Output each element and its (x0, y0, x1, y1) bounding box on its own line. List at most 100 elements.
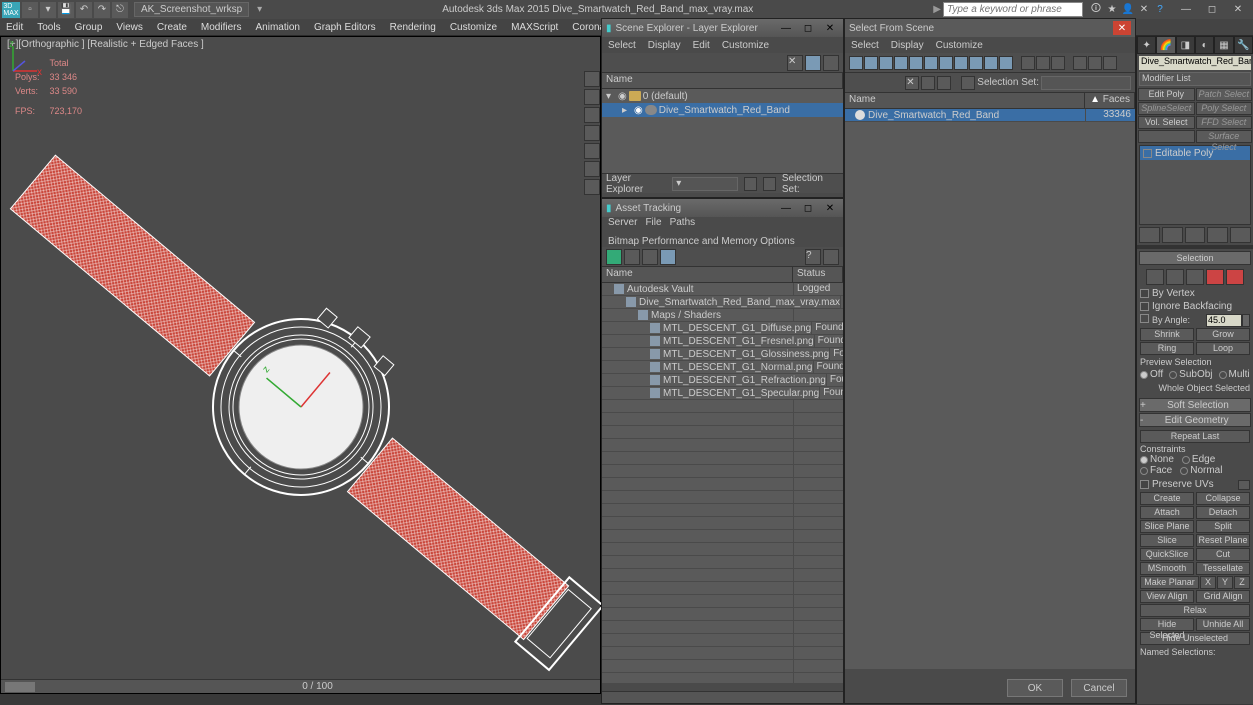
ok-button[interactable]: OK (1007, 679, 1063, 697)
menu-animation[interactable]: Animation (255, 22, 299, 33)
filter-button[interactable] (584, 143, 600, 159)
shrink-button[interactable]: Shrink (1140, 328, 1194, 341)
menu-create[interactable]: Create (157, 22, 187, 33)
tool-icon[interactable] (660, 249, 676, 265)
tab-modify-icon[interactable]: 🌈 (1156, 36, 1175, 54)
list-row[interactable]: Autodesk VaultLogged (602, 283, 843, 296)
menu-edit[interactable]: Edit (693, 40, 710, 51)
tool-layer-icon[interactable] (805, 55, 821, 71)
tab-create-icon[interactable]: ✦ (1137, 36, 1156, 54)
rollout-selection[interactable]: Selection (1139, 251, 1251, 265)
tessellate-button[interactable]: Tessellate (1196, 562, 1250, 575)
panel-close-button[interactable]: ✕ (821, 21, 839, 35)
angle-spinner[interactable]: 45.0 (1206, 314, 1242, 327)
close-x-icon[interactable]: ✕ (1137, 3, 1151, 17)
app-icon[interactable]: 3DMAX (2, 2, 20, 18)
menu-group[interactable]: Group (75, 22, 103, 33)
menu-graph-editors[interactable]: Graph Editors (314, 22, 376, 33)
filter-icon[interactable] (1088, 56, 1102, 70)
radio-normal[interactable] (1180, 467, 1188, 475)
link-icon[interactable]: ⎋ (112, 2, 128, 18)
menu-display[interactable]: Display (891, 40, 924, 51)
resetplane-button[interactable]: Reset Plane (1196, 534, 1250, 547)
clear-icon[interactable]: ✕ (905, 76, 919, 90)
collapse-button[interactable]: Collapse (1196, 492, 1250, 505)
create-button[interactable]: Create (1140, 492, 1194, 505)
radio-multi[interactable] (1219, 371, 1227, 379)
stack-pin-icon[interactable] (1139, 227, 1160, 243)
menu-select[interactable]: Select (851, 40, 879, 51)
checkbox[interactable] (1140, 480, 1149, 489)
cut-button[interactable]: Cut (1196, 548, 1250, 561)
menu-file[interactable]: File (645, 217, 661, 228)
tab-hierarchy-icon[interactable]: ◨ (1176, 36, 1195, 54)
time-slider-thumb[interactable] (5, 682, 35, 692)
menu-customize[interactable]: Customize (450, 22, 497, 33)
info-icon[interactable]: 🛈 (1089, 3, 1103, 17)
list-row[interactable]: MTL_DESCENT_G1_Glossiness.pngFound (602, 348, 843, 361)
menu-select[interactable]: Select (608, 40, 636, 51)
panel-min-button[interactable]: — (777, 201, 795, 215)
save-icon[interactable]: 💾 (58, 2, 74, 18)
subobj-border-icon[interactable] (1186, 269, 1204, 285)
filter-icon[interactable] (939, 56, 953, 70)
modifier-button[interactable]: Vol. Select (1138, 116, 1195, 129)
filter-icon[interactable] (879, 56, 893, 70)
makeplanar-button[interactable]: Make Planar (1140, 576, 1199, 589)
slice-button[interactable]: Slice (1140, 534, 1194, 547)
planar-y-button[interactable]: Y (1217, 576, 1233, 589)
panel-min-button[interactable]: — (777, 21, 795, 35)
new-icon[interactable]: ▫ (22, 2, 38, 18)
grow-button[interactable]: Grow (1196, 328, 1250, 341)
filter-button[interactable] (584, 179, 600, 195)
help-icon[interactable]: ? (805, 249, 821, 265)
tool-clear-icon[interactable]: ✕ (787, 55, 803, 71)
col-name[interactable]: Name (602, 73, 843, 88)
relax-button[interactable]: Relax (1140, 604, 1250, 617)
tab-utilities-icon[interactable]: 🔧 (1234, 36, 1253, 54)
list-row[interactable]: MTL_DESCENT_G1_Diffuse.pngFound (602, 322, 843, 335)
filter-icon[interactable] (984, 56, 998, 70)
menu-views[interactable]: Views (116, 22, 143, 33)
filter-icon[interactable] (954, 56, 968, 70)
menu-rendering[interactable]: Rendering (390, 22, 436, 33)
object-name-field[interactable]: Dive_Smartwatch_Red_Band (1139, 56, 1251, 70)
list-row[interactable]: MTL_DESCENT_G1_Specular.pngFound (602, 387, 843, 400)
spinner-arrows[interactable] (1242, 314, 1250, 327)
add-icon[interactable] (763, 177, 776, 191)
col-status[interactable]: Status (793, 267, 843, 282)
settings-icon[interactable] (1238, 480, 1250, 490)
checkbox[interactable] (1140, 302, 1149, 311)
menu-modifiers[interactable]: Modifiers (201, 22, 242, 33)
menu-edit[interactable]: Edit (6, 22, 23, 33)
modifier-button[interactable]: SplineSelect (1138, 102, 1195, 115)
stack-unique-icon[interactable] (1185, 227, 1206, 243)
menu-bitmap[interactable]: Bitmap Performance and Memory Options (608, 236, 795, 247)
tab-display-icon[interactable]: ▦ (1214, 36, 1233, 54)
help-search-input[interactable] (943, 2, 1083, 17)
open-icon[interactable]: ▾ (40, 2, 56, 18)
list-row[interactable]: MTL_DESCENT_G1_Normal.pngFound (602, 361, 843, 374)
filter-icon[interactable] (894, 56, 908, 70)
tree-row[interactable]: ▾◉0 (default) (602, 89, 843, 103)
planar-x-button[interactable]: X (1200, 576, 1216, 589)
sliceplane-button[interactable]: Slice Plane (1140, 520, 1194, 533)
explorer-dropdown[interactable]: ▾ (672, 177, 737, 191)
modifier-button[interactable]: Patch Select (1196, 88, 1253, 101)
workspace-dropdown[interactable]: AK_Screenshot_wrksp (134, 2, 249, 17)
msmooth-button[interactable]: MSmooth (1140, 562, 1194, 575)
menu-customize[interactable]: Customize (936, 40, 983, 51)
redo-icon[interactable]: ↷ (94, 2, 110, 18)
filter-icon[interactable] (864, 56, 878, 70)
rollout-editgeom[interactable]: -Edit Geometry (1139, 413, 1251, 427)
attach-button[interactable]: Attach (1140, 506, 1194, 519)
loop-button[interactable]: Loop (1196, 342, 1250, 355)
tree-row[interactable]: ▸◉Dive_Smartwatch_Red_Band (602, 103, 843, 117)
split-button[interactable]: Split (1196, 520, 1250, 533)
viewport[interactable]: [+][Orthographic ] [Realistic + Edged Fa… (0, 36, 601, 694)
filter-icon[interactable] (1036, 56, 1050, 70)
filter-button[interactable] (584, 161, 600, 177)
subobj-element-icon[interactable] (1226, 269, 1244, 285)
filter-icon[interactable] (999, 56, 1013, 70)
tab-motion-icon[interactable]: ◐ (1195, 36, 1214, 54)
